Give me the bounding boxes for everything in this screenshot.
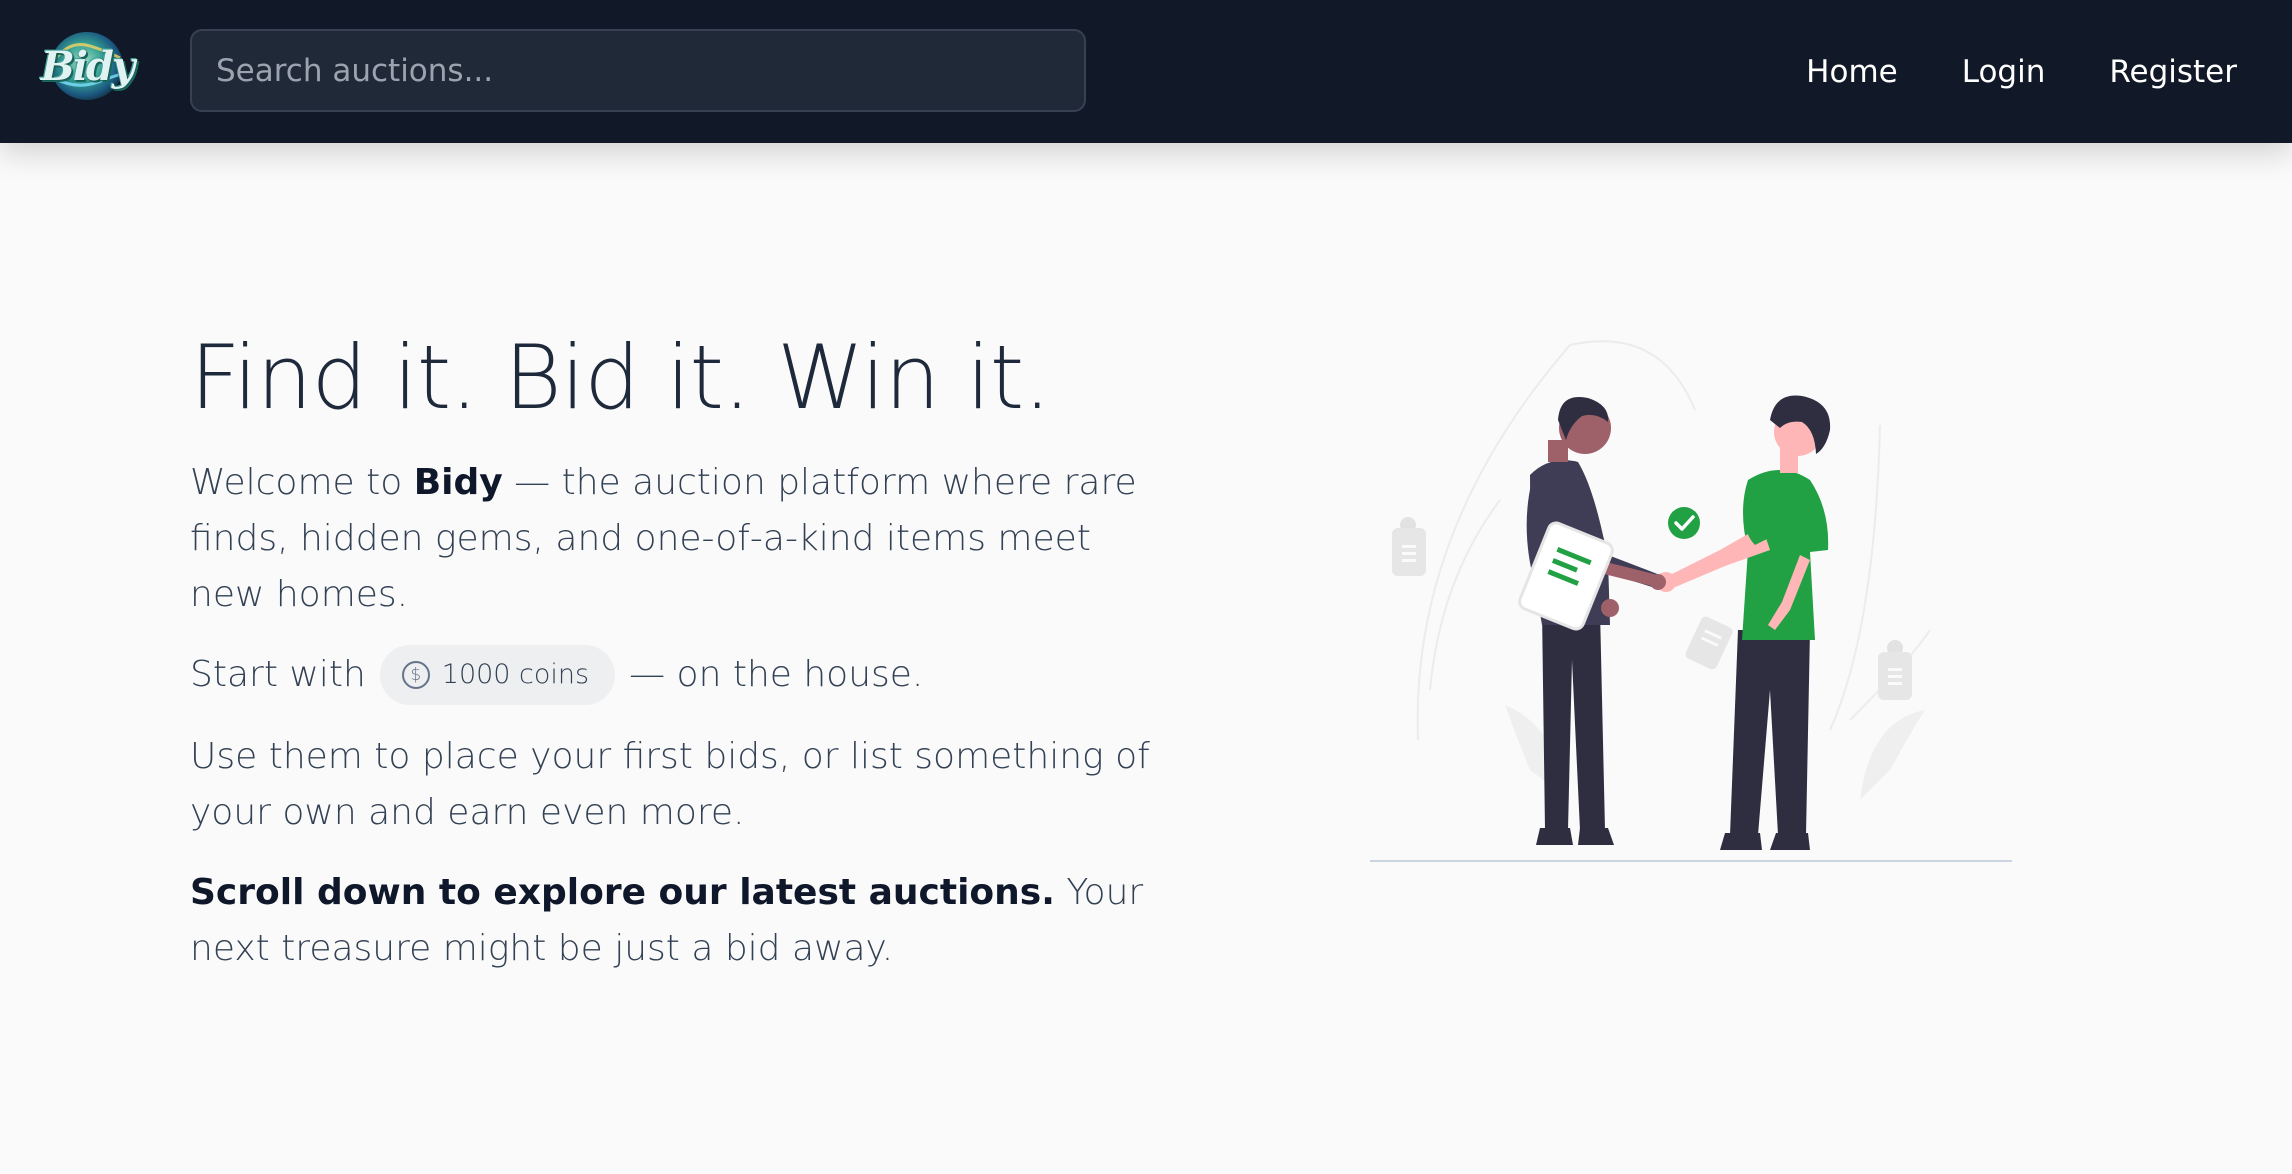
hero-use-text: Use them to place your first bids, or li… xyxy=(190,735,1150,833)
coins-label: 1000 coins xyxy=(441,658,590,690)
nav-links: Home Login Register xyxy=(1806,0,2237,143)
start-suffix: — on the house. xyxy=(629,653,924,695)
intro-prefix: Welcome to xyxy=(190,461,414,503)
brand-name: Bidy xyxy=(413,461,503,503)
logo-text: Bidy xyxy=(40,42,135,90)
hero-scroll-text: Scroll down to explore our latest auctio… xyxy=(190,865,1150,977)
coins-badge: $ 1000 coins xyxy=(379,644,616,705)
start-prefix: Start with xyxy=(190,653,366,695)
scroll-bold: Scroll down to explore our latest auctio… xyxy=(190,871,1055,913)
handshake-illustration xyxy=(1370,330,2012,870)
hero-intro: Welcome to Bidy — the auction platform w… xyxy=(190,455,1150,623)
check-icon xyxy=(1668,507,1700,539)
tag-icon-left xyxy=(1392,517,1426,576)
nav-login-link[interactable]: Login xyxy=(1962,54,2046,90)
hero-title: Find it. Bid it. Win it. xyxy=(190,326,1051,429)
bidy-logo[interactable]: Bidy xyxy=(40,28,135,104)
navbar: Bidy Home Login Register xyxy=(0,0,2292,143)
hero-section: Find it. Bid it. Win it. Welcome to Bidy… xyxy=(190,326,1150,977)
hero-coins-line: Start with $ 1000 coins — on the house. xyxy=(190,644,1150,705)
nav-home-link[interactable]: Home xyxy=(1806,54,1898,90)
tag-icon-right xyxy=(1878,640,1912,700)
coin-icon: $ xyxy=(401,660,430,689)
handshake-artwork xyxy=(1370,340,2012,862)
nav-register-link[interactable]: Register xyxy=(2109,54,2237,90)
search-input[interactable] xyxy=(190,29,1086,112)
